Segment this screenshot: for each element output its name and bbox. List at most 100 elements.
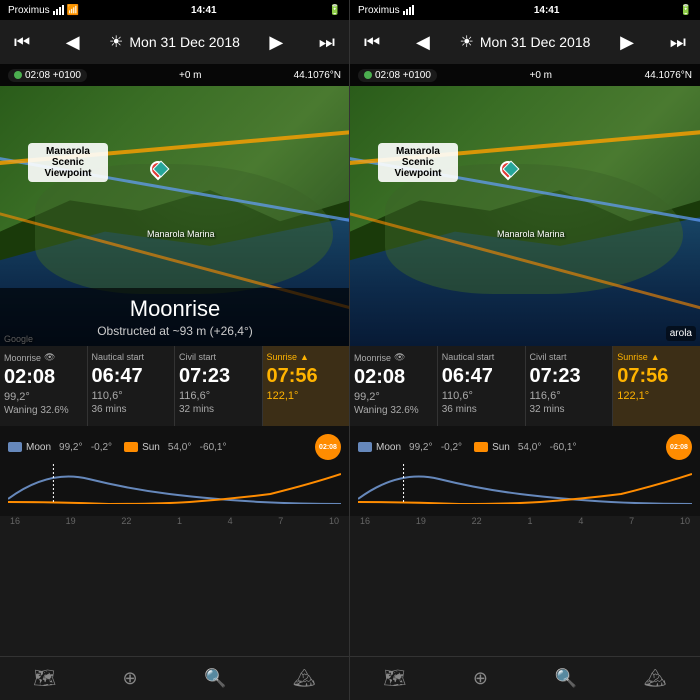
legend-moon-left: Moon 99,2° -0,2° xyxy=(8,434,112,460)
col-moonrise-left: Moonrise 👁 02:08 99,2° Waning 32.6% xyxy=(0,346,88,426)
sort-up-icon-right: ▲ xyxy=(651,352,660,362)
toolbar-left: ⏮ ◀ ☀ Mon 31 Dec 2018 ▶ ⏭ xyxy=(0,20,349,64)
col-civil-right: Civil start 07:23 116,6° 32 mins xyxy=(526,346,614,426)
nautical-extra-left: 36 mins xyxy=(92,404,171,415)
sunrise-degree-left: 122,1° xyxy=(267,390,346,402)
moonrise-extra-right: Waning 32.6% xyxy=(354,405,433,416)
time-badge-left: 02:08 +0100 xyxy=(8,69,87,82)
date-label-right: Mon 31 Dec 2018 xyxy=(480,34,591,50)
skip-next-btn-right[interactable]: ⏭ xyxy=(664,28,692,57)
col-moonrise-right: Moonrise 👁 02:08 99,2° Waning 32.6% xyxy=(350,346,438,426)
status-right-right: 🔋 xyxy=(680,5,692,16)
chart-ticks-left: 16 19 22 1 4 7 10 xyxy=(8,516,341,526)
dot-indicator-right xyxy=(364,71,372,79)
col-label-civil-left: Civil start xyxy=(179,352,216,362)
moonrise-overlay-left: Moonrise Obstructed at ~93 m (+26,4°) xyxy=(0,288,350,346)
sun-icon-toolbar-right: ☀ xyxy=(460,32,474,52)
civil-time-right: 07:23 xyxy=(530,365,609,388)
nav-compass-right[interactable]: ⊕ xyxy=(473,668,488,689)
sun-icon-toolbar-left: ☀ xyxy=(109,32,123,52)
civil-degree-left: 116,6° xyxy=(179,390,258,402)
direction-marker-left xyxy=(151,159,171,179)
chart-area-right: Moon 99,2° -0,2° Sun 54,0° -60,1° 02 xyxy=(350,426,700,516)
marina-label-right: Manarola Marina xyxy=(497,229,565,239)
civil-time-left: 07:23 xyxy=(179,365,258,388)
altitude-left: +0 m xyxy=(179,70,202,81)
carrier-left: Proximus xyxy=(8,5,50,16)
chart-svg-right xyxy=(358,464,692,504)
chart-ticks-right: 16 19 22 1 4 7 10 xyxy=(358,516,692,526)
data-table-right: Moonrise 👁 02:08 99,2° Waning 32.6% Naut… xyxy=(350,346,700,426)
time-marker-container-right: 02:08 xyxy=(666,434,692,460)
nautical-degree-right: 110,6° xyxy=(442,390,521,402)
moonrise-extra-left: Waning 32.6% xyxy=(4,405,83,416)
col-label-sunrise-right: Sunrise xyxy=(617,352,648,362)
search-icon-left: 🔍 xyxy=(204,668,226,689)
nav-map-left[interactable]: 🗺 xyxy=(33,668,56,689)
nav-map-right[interactable]: 🗺 xyxy=(383,668,406,689)
col-sunrise-right: Sunrise ▲ 07:56 122,1° xyxy=(613,346,700,426)
marina-label-left: Manarola Marina xyxy=(147,229,215,239)
nav-search-right[interactable]: 🔍 xyxy=(555,668,577,689)
chart-svg-left xyxy=(8,464,341,504)
date-label-left: Mon 31 Dec 2018 xyxy=(129,34,240,50)
status-bar-left: Proximus 📶 14:41 🔋 xyxy=(0,0,349,20)
moon-values-left: 99,2° -0,2° xyxy=(59,442,112,453)
location-label-left: Manarola Scenic Viewpoint xyxy=(28,143,108,182)
bottom-nav-left: 🗺 ⊕ 🔍 🏔 xyxy=(0,656,349,700)
time-left: 14:41 xyxy=(191,5,217,16)
nav-search-left[interactable]: 🔍 xyxy=(204,668,226,689)
sun-values-left: 54,0° -60,1° xyxy=(168,442,227,453)
col-label-sunrise-left: Sunrise xyxy=(267,352,298,362)
skip-prev-btn-right[interactable]: ⏮ xyxy=(358,28,386,57)
skip-next-btn-left[interactable]: ⏭ xyxy=(313,28,341,57)
info-bar-right: 02:08 +0100 +0 m 44.1076°N xyxy=(350,64,700,86)
moonrise-time-right: 02:08 xyxy=(354,366,433,389)
civil-extra-left: 32 mins xyxy=(179,404,258,415)
col-sunrise-left: Sunrise ▲ 07:56 122,1° xyxy=(263,346,350,426)
prev-btn-right[interactable]: ◀ xyxy=(410,28,436,57)
info-bar-left: 02:08 +0100 +0 m 44.1076°N xyxy=(0,64,349,86)
time-marker-left[interactable]: 02:08 xyxy=(315,434,341,460)
sunrise-time-left: 07:56 xyxy=(267,365,346,388)
skip-prev-btn-left[interactable]: ⏮ xyxy=(8,28,36,57)
moon-color-left xyxy=(8,442,22,452)
time-badge-right: 02:08 +0100 xyxy=(358,69,437,82)
next-btn-left[interactable]: ▶ xyxy=(263,28,289,57)
nav-compass-left[interactable]: ⊕ xyxy=(123,668,138,689)
eye-icon-right: 👁 xyxy=(394,352,405,363)
time-marker-right[interactable]: 02:08 xyxy=(666,434,692,460)
nautical-time-left: 06:47 xyxy=(92,365,171,388)
nautical-time-right: 06:47 xyxy=(442,365,521,388)
compass-icon-left: ⊕ xyxy=(123,668,138,689)
next-btn-right[interactable]: ▶ xyxy=(614,28,640,57)
nautical-extra-right: 36 mins xyxy=(442,404,521,415)
toolbar-right: ⏮ ◀ ☀ Mon 31 Dec 2018 ▶ ⏭ xyxy=(350,20,700,64)
status-right-left: 🔋 xyxy=(329,5,341,16)
prev-btn-left[interactable]: ◀ xyxy=(60,28,86,57)
status-left: Proximus 📶 xyxy=(8,5,79,16)
moonrise-subtitle-left: Obstructed at ~93 m (+26,4°) xyxy=(12,324,338,338)
civil-degree-right: 116,6° xyxy=(530,390,609,402)
dot-indicator-left xyxy=(14,71,22,79)
map-icon-left: 🗺 xyxy=(33,668,56,689)
sun-values-right: 54,0° -60,1° xyxy=(518,442,577,453)
col-label-nautical-right: Nautical start xyxy=(442,352,495,362)
col-civil-left: Civil start 07:23 116,6° 32 mins xyxy=(175,346,263,426)
legend-moon-right: Moon 99,2° -0,2° xyxy=(358,434,462,460)
sun-color-left xyxy=(124,442,138,452)
altitude-right: +0 m xyxy=(530,70,553,81)
toolbar-date-left: ☀ Mon 31 Dec 2018 xyxy=(109,32,240,52)
nav-mountain-left[interactable]: 🏔 xyxy=(293,668,316,689)
moonrise-time-left: 02:08 xyxy=(4,366,83,389)
moon-color-right xyxy=(358,442,372,452)
mountain-icon-right: 🏔 xyxy=(644,668,667,689)
legend-sun-left: Sun 54,0° -60,1° xyxy=(124,434,226,460)
map-area-left[interactable]: Manarola Scenic Viewpoint Manarola Marin… xyxy=(0,86,350,346)
left-panel: Proximus 📶 14:41 🔋 ⏮ ◀ ☀ Mon 31 Dec 2018… xyxy=(0,0,350,700)
time-right: 14:41 xyxy=(534,5,560,16)
map-area-right[interactable]: Manarola Scenic Viewpoint Manarola Marin… xyxy=(350,86,700,346)
moonrise-degree-left: 99,2° xyxy=(4,391,83,403)
nav-mountain-right[interactable]: 🏔 xyxy=(644,668,667,689)
col-label-moonrise-right: Moonrise xyxy=(354,353,391,363)
